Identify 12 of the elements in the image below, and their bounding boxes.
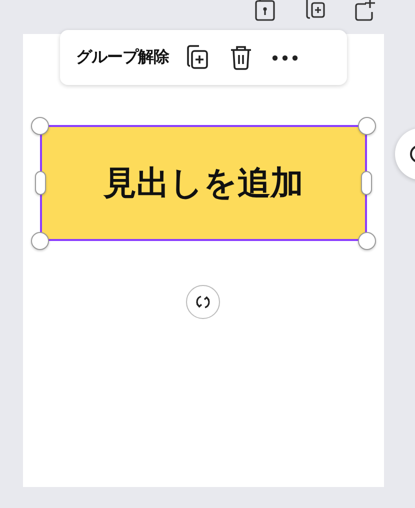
add-page-icon[interactable] xyxy=(354,0,376,22)
heading-text-box[interactable]: 見出しを追加 xyxy=(40,125,367,241)
trash-icon xyxy=(229,44,253,70)
more-icon xyxy=(272,54,298,60)
duplicate-icon[interactable] xyxy=(304,0,326,22)
unlock-icon[interactable] xyxy=(254,0,276,22)
resize-handle[interactable] xyxy=(361,171,372,195)
ungroup-button[interactable]: グループ解除 xyxy=(72,40,173,76)
duplicate-icon xyxy=(184,44,210,70)
heading-text: 見出しを追加 xyxy=(104,162,304,204)
resize-handle[interactable] xyxy=(35,171,46,195)
rotate-icon xyxy=(195,294,211,310)
